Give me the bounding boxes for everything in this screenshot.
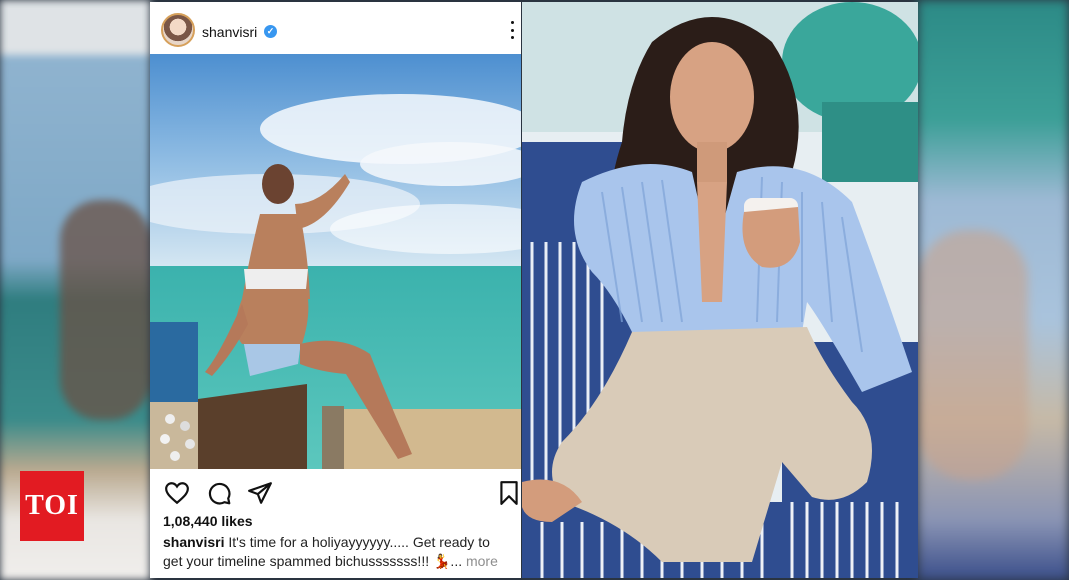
like-count[interactable]: 1,08,440 likes (163, 513, 253, 529)
portrait-photo (522, 2, 918, 578)
bookmark-icon[interactable] (496, 480, 522, 506)
verified-badge-icon: ✓ (264, 25, 277, 38)
comment-icon[interactable] (206, 480, 232, 506)
send-icon[interactable] (247, 480, 273, 506)
post-actions (150, 472, 521, 508)
post-caption: shanvisri It's time for a holiyayyyyyy..… (163, 533, 513, 571)
heart-icon[interactable] (164, 480, 190, 506)
avatar[interactable] (161, 13, 195, 47)
instagram-post-card: shanvisri ✓ 1,08,440 likes shanvisri It'… (150, 2, 521, 578)
post-photo[interactable] (150, 54, 521, 469)
toi-logo-text: TOI (25, 490, 79, 521)
blurred-background-right (918, 0, 1069, 580)
caption-more-link[interactable]: more (466, 553, 498, 569)
toi-logo: TOI (20, 471, 84, 541)
caption-username[interactable]: shanvisri (163, 534, 224, 550)
post-header: shanvisri ✓ (150, 2, 521, 54)
post-username[interactable]: shanvisri (202, 24, 257, 40)
more-options-icon[interactable] (509, 21, 515, 39)
